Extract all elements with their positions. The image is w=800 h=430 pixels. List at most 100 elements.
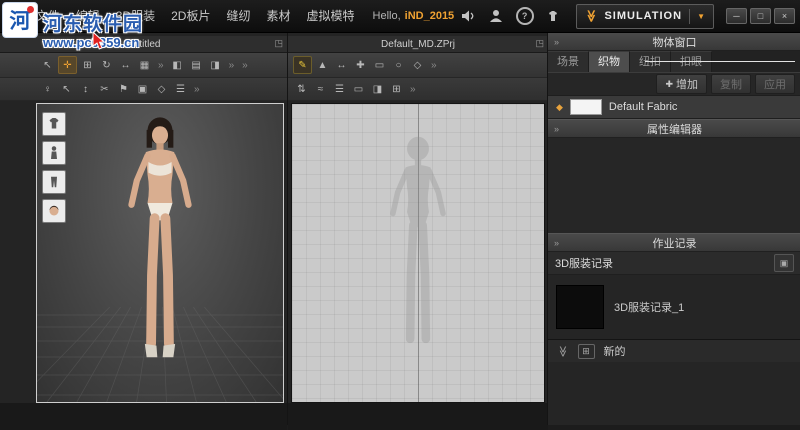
transform-pattern-icon[interactable]: ↔ — [333, 57, 350, 73]
edit-point-icon[interactable]: ▲ — [314, 57, 331, 73]
object-search-field[interactable] — [645, 61, 795, 62]
show-avatar-icon[interactable]: ◧ — [169, 57, 186, 73]
fabric-actions: ✚ 增加 复制 应用 — [548, 73, 800, 96]
speaker-icon[interactable] — [459, 6, 477, 26]
tab-scene[interactable]: 场景 — [548, 51, 589, 72]
toolbar-overflow-icon[interactable]: » — [158, 60, 164, 71]
toolbar-overflow-icon[interactable]: » — [410, 84, 416, 95]
fabric-flag-icon: ◆ — [556, 101, 563, 112]
detach-window-icon[interactable]: ◳ — [535, 38, 544, 49]
new-record-icon[interactable]: ⊞ — [577, 343, 595, 359]
rect-tool-icon[interactable]: ▭ — [371, 57, 388, 73]
move-tool-icon[interactable]: ✛ — [58, 56, 77, 74]
add-fabric-button[interactable]: ✚ 增加 — [656, 74, 707, 94]
viewport-display-toggles — [42, 112, 66, 223]
menu-material[interactable]: 素材 — [258, 0, 298, 32]
seam-list-icon[interactable]: ☰ — [331, 81, 348, 97]
pick-tool-icon[interactable]: ↖ — [58, 81, 75, 97]
chevrons-down-icon[interactable]: ≫ — [556, 345, 569, 357]
toggle-garment-icon[interactable] — [42, 112, 66, 136]
new-record-label[interactable]: 新的 — [604, 343, 626, 359]
measure-tool-icon[interactable]: ↕ — [77, 81, 94, 97]
history-new-row: ≫ ⊞ 新的 — [548, 339, 800, 362]
snap-tool-icon[interactable]: ⊞ — [79, 57, 96, 73]
history-list-item[interactable]: 3D服装记录_1 — [548, 275, 800, 339]
show-pattern-icon[interactable]: ◨ — [369, 81, 386, 97]
scissors-tool-icon[interactable]: ✂ — [96, 81, 113, 97]
watermark: 河 河东软件园 www.pc0359.cn — [2, 2, 143, 51]
list-tool-icon[interactable]: ☰ — [172, 81, 189, 97]
tabstrip-2d: Default_MD.ZPrj ◳ — [288, 36, 548, 53]
menu-sewing[interactable]: 缝纫 — [218, 0, 258, 32]
bottom-strip-2d — [288, 403, 548, 430]
toolbar-overflow-icon[interactable]: » — [242, 60, 248, 71]
simulation-label: SIMULATION — [604, 10, 683, 22]
gizmo-tool-icon[interactable]: ◇ — [153, 81, 170, 97]
free-sew-icon[interactable]: ≈ — [312, 81, 329, 97]
fit-tool-icon[interactable]: ▣ — [134, 81, 151, 97]
simulation-button[interactable]: ≫ SIMULATION ▼ — [575, 3, 714, 29]
bottom-strip-3d — [0, 403, 287, 430]
maximize-button[interactable]: □ — [749, 8, 771, 24]
fabric-swatch[interactable] — [569, 99, 602, 115]
panel-right: » 物体窗口 场景 织物 纽扣 扣眼 ✚ 增加 复制 应用 ◆ Default … — [547, 32, 800, 425]
object-window-tabs: 场景 织物 纽扣 扣眼 — [548, 51, 800, 73]
toolbar-overflow-icon[interactable]: » — [229, 60, 235, 71]
toggle-pants-icon[interactable] — [42, 170, 66, 194]
rotate-view-icon[interactable]: ↻ — [98, 57, 115, 73]
user-icon[interactable] — [487, 6, 505, 26]
pin-tool-icon[interactable]: ⚑ — [115, 81, 132, 97]
select-tool-icon[interactable]: ↖ — [39, 57, 56, 73]
tab-project[interactable]: Default_MD.ZPrj — [381, 39, 455, 50]
show-seams-icon[interactable]: ◨ — [207, 57, 224, 73]
add-point-icon[interactable]: ✚ — [352, 57, 369, 73]
simulation-dropdown-icon[interactable]: ▼ — [697, 12, 705, 21]
help-icon[interactable]: ? — [515, 6, 534, 26]
menu-2d-pattern[interactable]: 2D板片 — [163, 0, 218, 32]
property-editor-header[interactable]: » 属性编辑器 — [548, 119, 800, 138]
avatar-3d[interactable] — [107, 110, 214, 378]
grid-2d-icon[interactable]: ⊞ — [388, 81, 405, 97]
collapse-icon[interactable]: » — [554, 124, 559, 134]
apply-fabric-button[interactable]: 应用 — [755, 74, 795, 94]
tab-fabric[interactable]: 织物 — [589, 51, 630, 72]
edit-pattern-icon[interactable]: ✎ — [293, 56, 312, 74]
minimize-button[interactable]: ─ — [725, 8, 747, 24]
circle-tool-icon[interactable]: ○ — [390, 57, 407, 73]
history-header[interactable]: » 作业记录 — [548, 233, 800, 252]
toolbar-overflow-icon[interactable]: » — [194, 84, 200, 95]
collapse-icon[interactable]: » — [554, 37, 559, 47]
property-editor-body — [548, 138, 800, 233]
username-label[interactable]: iND_2015 — [405, 10, 455, 22]
object-window-header[interactable]: » 物体窗口 — [548, 32, 800, 51]
segment-sew-icon[interactable]: ⇅ — [293, 81, 310, 97]
toggle-head-icon[interactable] — [42, 199, 66, 223]
toolbar-overflow-icon[interactable]: » — [431, 60, 437, 71]
menu-avatar[interactable]: 虚拟模特 — [299, 0, 363, 32]
viewport-3d[interactable] — [36, 103, 284, 403]
grid-toggle-icon[interactable]: ▦ — [136, 57, 153, 73]
polygon-tool-icon[interactable]: ◇ — [409, 57, 426, 73]
pan-view-icon[interactable]: ↔ — [117, 57, 134, 73]
tape-tool-icon[interactable]: ▭ — [350, 81, 367, 97]
canvas-2d[interactable] — [291, 103, 545, 403]
detach-window-icon[interactable]: ◳ — [274, 38, 283, 49]
object-window-title: 物体窗口 — [652, 36, 697, 49]
toggle-avatar-icon[interactable] — [42, 141, 66, 165]
close-button[interactable]: × — [773, 8, 795, 24]
copy-fabric-button[interactable]: 复制 — [711, 74, 751, 94]
history-section: 3D服装记录 ▣ — [548, 252, 800, 275]
history-item-label: 3D服装记录_1 — [614, 302, 685, 314]
history-record-icon[interactable]: ▣ — [774, 254, 794, 272]
fabric-list-item[interactable]: ◆ Default Fabric — [548, 96, 800, 119]
toolbar-3d-row1: ↖ ✛ ⊞ ↻ ↔ ▦ » ◧ ▤ ◨ » » — [0, 53, 287, 78]
toolbar-2d-row2: ⇅ ≈ ☰ ▭ ◨ ⊞ » — [288, 78, 548, 101]
watermark-logo: 河 — [2, 2, 38, 38]
garment-store-icon[interactable] — [544, 6, 562, 26]
show-garment-icon[interactable]: ▤ — [188, 57, 205, 73]
history-thumbnail[interactable] — [556, 285, 604, 329]
toolbar-3d-row2: ♀ ↖ ↕ ✂ ⚑ ▣ ◇ ☰ » — [0, 78, 287, 101]
collapse-icon[interactable]: » — [554, 238, 559, 248]
avatar-tool-icon[interactable]: ♀ — [39, 81, 56, 97]
red-cursor-icon — [92, 32, 106, 50]
